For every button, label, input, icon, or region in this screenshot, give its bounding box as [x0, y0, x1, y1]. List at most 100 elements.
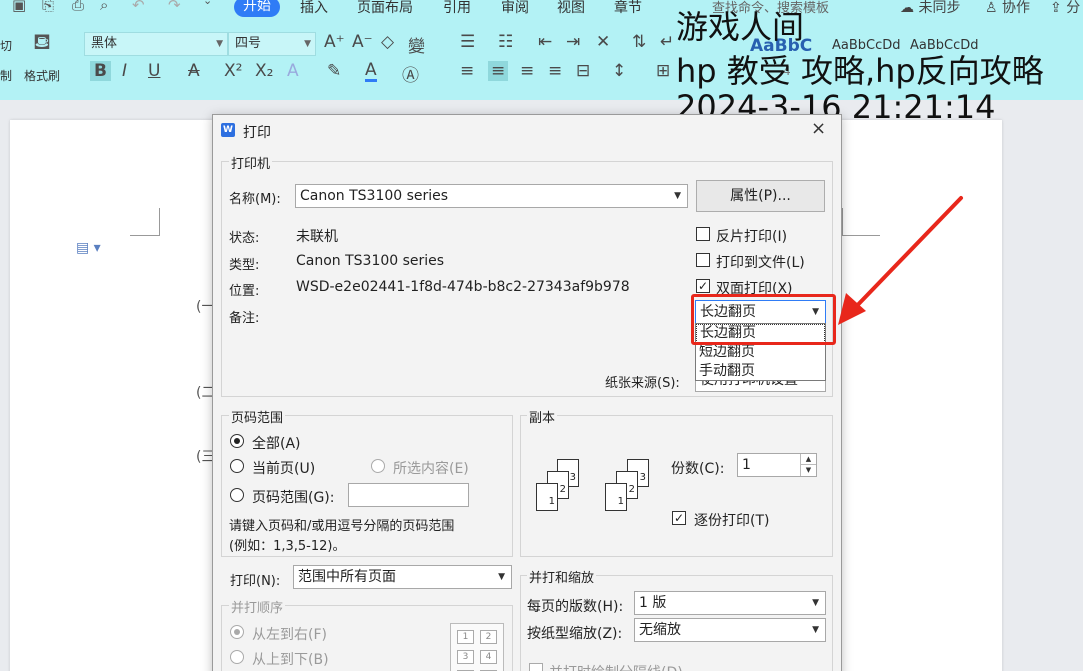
doc-options-icon[interactable]: ▤ ▾ — [76, 240, 101, 256]
separator-label[interactable]: 并打时绘制分隔线(D) — [549, 662, 683, 671]
page-range-label[interactable]: 页码范围(G): — [252, 487, 335, 507]
copy-label[interactable]: 制 — [0, 67, 12, 84]
undo-icon[interactable]: ↶ — [132, 0, 145, 14]
char-border-icon[interactable]: Ⓐ — [402, 61, 419, 86]
underline-icon[interactable]: U — [148, 61, 160, 81]
font-color-icon[interactable]: A — [365, 61, 377, 82]
copies-stepper[interactable]: 1 ▲ ▼ — [737, 453, 817, 477]
scale-select[interactable]: 无缩放 ▼ — [634, 618, 826, 642]
separator-checkbox[interactable] — [529, 663, 543, 671]
grid-cell: 4 — [480, 650, 497, 664]
numbering-icon[interactable]: ☷ — [498, 32, 513, 52]
chevron-down-icon[interactable]: ⌄ — [203, 0, 212, 7]
save-icon[interactable]: ▣ — [12, 0, 26, 14]
page-range-input[interactable] — [348, 483, 469, 507]
bullets-icon[interactable]: ☰ — [460, 32, 475, 52]
top-to-bottom-label[interactable]: 从上到下(B) — [252, 649, 329, 669]
collaborate-button[interactable]: ♙ 协作 — [985, 0, 1030, 17]
export-icon[interactable]: ⎘ — [42, 0, 54, 14]
borders-icon[interactable]: ⊞ — [656, 61, 670, 81]
increase-indent-icon[interactable]: ⇥ — [566, 32, 580, 52]
properties-button[interactable]: 属性(P)... — [696, 180, 825, 212]
decrease-indent-icon[interactable]: ⇤ — [538, 32, 552, 52]
current-page-radio[interactable] — [230, 459, 244, 473]
print-to-file-label[interactable]: 打印到文件(L) — [716, 252, 805, 272]
printer-name-select[interactable]: Canon TS3100 series ▼ — [295, 184, 688, 208]
top-to-bottom-radio[interactable] — [230, 650, 244, 664]
tab-chapter[interactable]: 章节 — [614, 0, 642, 17]
text-effect-icon[interactable]: A — [287, 61, 299, 81]
chevron-down-icon: ▼ — [498, 572, 505, 582]
font-name-select[interactable]: 黑体 ▼ — [84, 32, 228, 56]
superscript-icon[interactable]: X² — [224, 61, 242, 81]
overlay-line-2: hp 教受 攻略,hp反向攻略 — [676, 52, 1044, 90]
print-to-file-checkbox[interactable] — [696, 253, 710, 267]
print-what-select[interactable]: 范围中所有页面 ▼ — [293, 565, 512, 589]
scale-label: 按纸型缩放(Z): — [527, 626, 623, 642]
highlight-icon[interactable]: ✎ — [327, 61, 341, 81]
chevron-up-icon[interactable]: ▲ — [800, 454, 816, 465]
cut-label[interactable]: 切 — [0, 37, 12, 54]
line-spacing-icon[interactable]: ↕ — [612, 61, 626, 81]
range-hint-line-2: (例如：1,3,5-12)。 — [229, 539, 346, 554]
preview-icon[interactable]: ⌕ — [100, 0, 108, 14]
scale-value: 无缩放 — [639, 622, 681, 638]
tab-view[interactable]: 视图 — [557, 0, 585, 17]
chevron-down-icon: ▼ — [812, 598, 819, 608]
tab-insert[interactable]: 插入 — [300, 0, 328, 17]
shrink-font-icon[interactable]: A⁻ — [352, 32, 373, 52]
tab-review[interactable]: 审阅 — [501, 0, 529, 17]
align-center-icon[interactable]: ≡ — [488, 61, 509, 81]
tab-home[interactable]: 开始 — [234, 0, 280, 17]
tab-page-layout[interactable]: 页面布局 — [357, 0, 413, 17]
strikethrough-icon[interactable]: A — [188, 61, 200, 81]
selection-radio[interactable] — [371, 459, 385, 473]
all-pages-label[interactable]: 全部(A) — [252, 433, 301, 453]
page-range-group-label: 页码范围 — [229, 407, 286, 426]
bold-icon[interactable]: B — [90, 61, 111, 81]
justify-icon[interactable]: ≡ — [548, 61, 562, 81]
pages-per-sheet-select[interactable]: 1 版 ▼ — [634, 591, 826, 615]
distributed-icon[interactable]: ⊟ — [576, 61, 590, 81]
tab-references[interactable]: 引用 — [443, 0, 471, 17]
grid-cell: 2 — [480, 630, 497, 644]
font-size-select[interactable]: 四号 ▼ — [228, 32, 316, 56]
page-range-radio[interactable] — [230, 488, 244, 502]
sync-status[interactable]: ☁ 未同步 — [900, 0, 960, 17]
format-painter-icon[interactable]: ⛾ — [33, 30, 51, 58]
reverse-print-checkbox[interactable] — [696, 227, 710, 241]
clear-format-icon[interactable]: ◇ — [381, 32, 394, 52]
grow-font-icon[interactable]: A⁺ — [324, 32, 345, 52]
sort-icon[interactable]: ⇅ — [632, 32, 646, 52]
chinese-layout-icon[interactable]: ✕ — [596, 32, 610, 52]
share-button[interactable]: ⇪ 分 — [1050, 0, 1080, 17]
phonetic-icon[interactable]: 變 — [408, 32, 425, 57]
page-icon: 1 — [605, 483, 627, 511]
show-marks-icon[interactable]: ↵ — [660, 32, 674, 52]
align-right-icon[interactable]: ≡ — [520, 61, 534, 81]
align-left-icon[interactable]: ≡ — [460, 61, 474, 81]
left-to-right-radio[interactable] — [230, 625, 244, 639]
print-order-group-label: 并打顺序 — [229, 597, 286, 616]
subscript-icon[interactable]: X₂ — [255, 61, 273, 81]
printer-name-label: 名称(M): — [229, 192, 281, 207]
collate-label[interactable]: 逐份打印(T) — [694, 510, 769, 530]
collate-checkbox[interactable]: ✓ — [672, 511, 686, 525]
italic-icon[interactable]: I — [122, 61, 127, 81]
format-painter-label[interactable]: 格式刷 — [24, 67, 60, 84]
redo-icon[interactable]: ↷ — [168, 0, 181, 14]
paper-source-label: 纸张来源(S): — [605, 376, 680, 391]
close-icon[interactable]: × — [811, 118, 826, 139]
chevron-down-icon[interactable]: ▼ — [800, 465, 816, 476]
selection-label[interactable]: 所选内容(E) — [393, 458, 469, 478]
reverse-print-label[interactable]: 反片打印(I) — [716, 226, 787, 246]
left-to-right-label[interactable]: 从左到右(F) — [252, 624, 327, 644]
duplex-option-short-edge[interactable]: 短边翻页 — [696, 343, 825, 362]
all-pages-radio[interactable] — [230, 434, 244, 448]
current-page-label[interactable]: 当前页(U) — [252, 458, 315, 478]
dialog-title-bar[interactable]: W 打印 × — [213, 115, 841, 145]
duplex-option-manual[interactable]: 手动翻页 — [696, 362, 825, 381]
status-label: 状态: — [229, 231, 260, 246]
print-icon[interactable]: ⎙ — [72, 0, 84, 14]
duplex-checkbox[interactable]: ✓ — [696, 279, 710, 293]
